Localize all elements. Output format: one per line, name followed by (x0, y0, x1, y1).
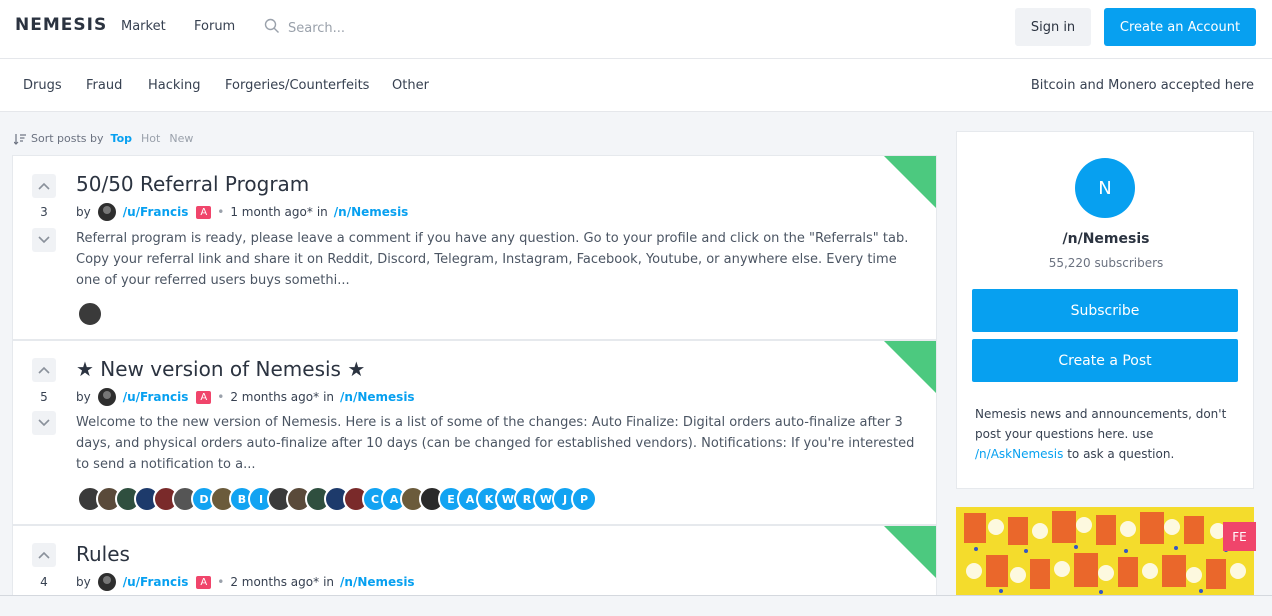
chevron-down-icon (38, 236, 50, 244)
subforum-sidebar: N /n/Nemesis 55,220 subscribers Subscrib… (956, 131, 1254, 489)
category-drugs[interactable]: Drugs (23, 78, 62, 93)
post-card[interactable]: 3 50/50 Referral Program by /u/Francis A… (12, 155, 937, 340)
by-label: by (76, 205, 91, 219)
search-bar (264, 16, 564, 40)
commenter-avatars: DBICAEAKWRWJP (77, 486, 597, 512)
post-title[interactable]: ★ New version of Nemesis ★ (76, 357, 365, 381)
subforum-name[interactable]: /n/Nemesis (957, 231, 1255, 247)
bottom-scroll-area (0, 595, 1272, 616)
payment-note: Bitcoin and Monero accepted here (1030, 78, 1254, 93)
banner-artwork (956, 507, 1254, 597)
post-title[interactable]: 50/50 Referral Program (76, 172, 309, 196)
pinned-corner (884, 526, 936, 578)
by-label: by (76, 575, 91, 589)
chevron-up-icon (38, 551, 50, 559)
subforum-link[interactable]: /n/Nemesis (340, 575, 415, 589)
fe-badge[interactable]: FE (1223, 522, 1256, 551)
advertisement-banner[interactable] (956, 507, 1254, 597)
in-label: in (323, 390, 335, 404)
category-forgeries[interactable]: Forgeries/Counterfeits (225, 78, 369, 93)
separator-dot: • (217, 390, 225, 404)
sort-hot[interactable]: Hot (141, 132, 160, 145)
pinned-corner (884, 156, 936, 208)
commenter-avatar-letter[interactable]: P (571, 486, 597, 512)
author-avatar[interactable] (97, 203, 116, 221)
subforum-description: Nemesis news and announcements, don't po… (975, 404, 1240, 464)
ask-nemesis-link[interactable]: /n/AskNemesis (975, 447, 1063, 461)
top-navbar: NEMESIS Market Forum Sign in Create an A… (0, 0, 1272, 59)
vote-count: 3 (40, 205, 48, 219)
in-label: in (323, 575, 335, 589)
separator-dot: • (217, 205, 225, 219)
sign-in-button[interactable]: Sign in (1015, 8, 1091, 46)
category-hacking[interactable]: Hacking (148, 78, 201, 93)
subscribe-button[interactable]: Subscribe (972, 289, 1238, 332)
admin-badge: A (196, 390, 212, 404)
category-fraud[interactable]: Fraud (86, 78, 122, 93)
sort-new[interactable]: New (169, 132, 193, 145)
in-label: in (316, 205, 328, 219)
admin-badge: A (196, 205, 212, 219)
commenter-avatar[interactable] (77, 301, 103, 327)
post-time: 2 months ago* (230, 575, 320, 589)
chevron-down-icon (38, 419, 50, 427)
upvote-button[interactable] (32, 358, 56, 382)
author-link[interactable]: /u/Francis (123, 205, 189, 219)
sort-controls: Sort posts by Top Hot New (14, 132, 193, 145)
pinned-corner (884, 341, 936, 393)
category-other[interactable]: Other (392, 78, 429, 93)
author-link[interactable]: /u/Francis (123, 390, 189, 404)
author-avatar[interactable] (97, 573, 116, 591)
search-icon (264, 18, 279, 33)
upvote-button[interactable] (32, 543, 56, 567)
post-time: 2 months ago* (230, 390, 320, 404)
admin-badge: A (196, 575, 212, 589)
post-excerpt: Referral program is ready, please leave … (76, 231, 909, 288)
post-meta: by /u/Francis A • 2 months ago* in /n/Ne… (76, 573, 415, 591)
post-excerpt: Welcome to the new version of Nemesis. H… (76, 415, 915, 472)
post-meta: by /u/Francis A • 2 months ago* in /n/Ne… (76, 388, 415, 406)
description-text-end: to ask a question. (1067, 447, 1175, 461)
subforum-link[interactable]: /n/Nemesis (334, 205, 409, 219)
downvote-button[interactable] (32, 411, 56, 435)
chevron-up-icon (38, 366, 50, 374)
sort-icon (14, 133, 26, 145)
nav-market[interactable]: Market (121, 19, 166, 34)
post-card[interactable]: 5 ★ New version of Nemesis ★ by /u/Franc… (12, 340, 937, 525)
by-label: by (76, 390, 91, 404)
author-link[interactable]: /u/Francis (123, 575, 189, 589)
vote-count: 5 (40, 390, 48, 404)
subforum-link[interactable]: /n/Nemesis (340, 390, 415, 404)
post-card[interactable]: 4 Rules by /u/Francis A • 2 months ago* … (12, 525, 937, 597)
upvote-button[interactable] (32, 174, 56, 198)
nav-forum[interactable]: Forum (194, 19, 235, 34)
author-avatar[interactable] (97, 388, 116, 406)
sort-label: Sort posts by (31, 132, 104, 145)
search-input[interactable] (288, 17, 548, 39)
post-meta: by /u/Francis A • 1 month ago* in /n/Nem… (76, 203, 408, 221)
description-text: Nemesis news and announcements, don't po… (975, 407, 1227, 441)
post-title[interactable]: Rules (76, 542, 130, 566)
separator-dot: • (217, 575, 225, 589)
create-post-button[interactable]: Create a Post (972, 339, 1238, 382)
site-logo[interactable]: NEMESIS (15, 15, 107, 35)
chevron-up-icon (38, 182, 50, 190)
subscriber-count: 55,220 subscribers (1048, 256, 1164, 270)
create-account-button[interactable]: Create an Account (1104, 8, 1256, 46)
category-bar: Drugs Fraud Hacking Forgeries/Counterfei… (0, 59, 1272, 112)
sort-top[interactable]: Top (111, 132, 132, 145)
subforum-logo: N (1075, 158, 1135, 218)
commenter-avatars (77, 301, 103, 327)
downvote-button[interactable] (32, 228, 56, 252)
vote-count: 4 (40, 575, 48, 589)
post-time: 1 month ago* (230, 205, 313, 219)
